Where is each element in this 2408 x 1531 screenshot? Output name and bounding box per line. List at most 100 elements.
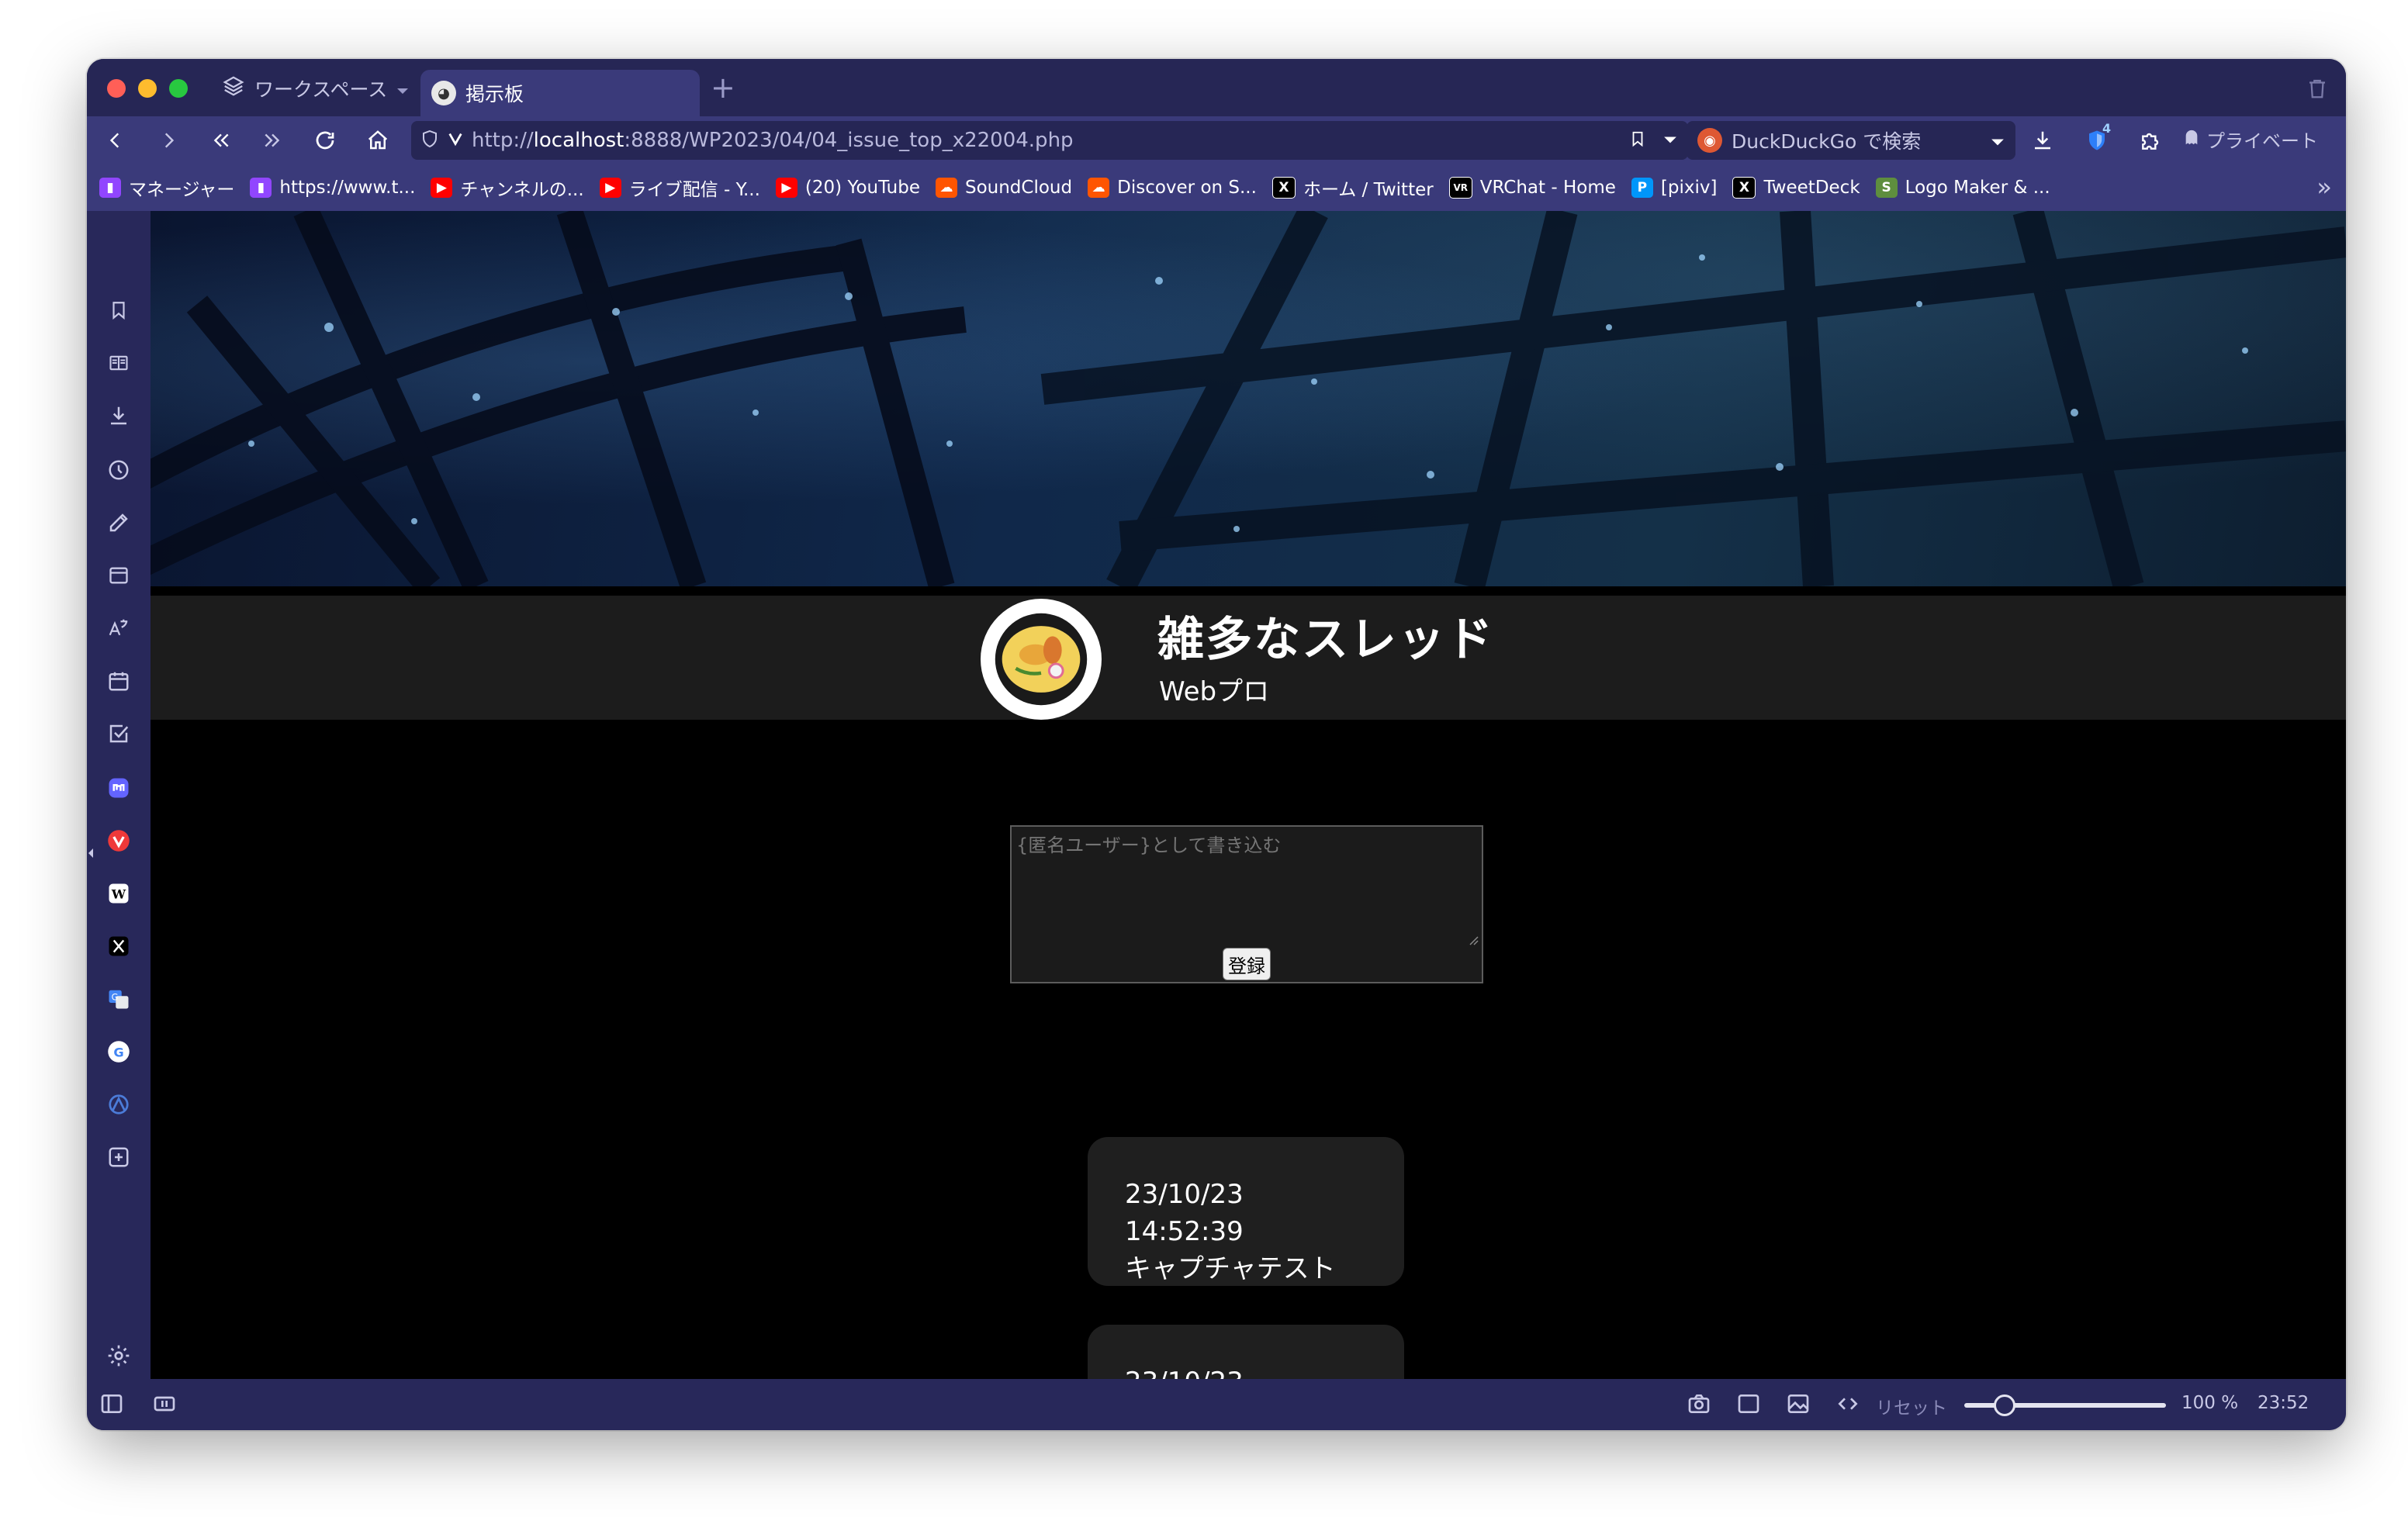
post-card: 23/10/23 14:52:39 キャプチャテスト — [1088, 1137, 1404, 1286]
bookmark-item[interactable]: ▮ https://www.t... — [250, 178, 415, 198]
bookmark-panel-icon[interactable] — [105, 296, 133, 324]
resize-grip-icon[interactable] — [1468, 934, 1479, 949]
url-dropdown-icon[interactable] — [1663, 133, 1677, 148]
zoom-slider-handle[interactable] — [1994, 1394, 2015, 1416]
forward-button[interactable] — [152, 124, 185, 157]
tab-title: 掲示板 — [465, 83, 524, 105]
fast-forward-button[interactable] — [256, 124, 289, 157]
bookmark-item[interactable]: ▶ ライブ配信 - Y... — [599, 175, 760, 201]
add-web-panel-icon[interactable] — [105, 1143, 133, 1171]
search-field[interactable]: ◉ DuckDuckGo で検索 — [1687, 121, 2015, 160]
window-panel-icon[interactable] — [105, 562, 133, 589]
maximize-window-button[interactable] — [169, 79, 188, 98]
translate-icon[interactable] — [105, 614, 133, 642]
puzzle-icon — [2142, 133, 2159, 150]
bookmark-item[interactable]: X TweetDeck — [1732, 177, 1860, 199]
tab-strip: ワークスペース ◕ 掲示板 + — [87, 59, 2346, 116]
arc-app-icon[interactable] — [105, 1090, 133, 1118]
google-icon[interactable]: G — [105, 1038, 133, 1066]
bitwarden-extension-button[interactable]: 4 — [2081, 121, 2113, 157]
bookmark-page-icon[interactable] — [1629, 129, 1646, 152]
tempura-bowl-icon — [987, 605, 1095, 714]
duckduckgo-icon: ◉ — [1697, 128, 1722, 153]
settings-gear-icon[interactable] — [105, 1342, 133, 1370]
extensions-button[interactable] — [2135, 124, 2168, 157]
bookmark-item[interactable]: ▶ チャンネルの... — [431, 175, 584, 201]
shield-icon[interactable] — [420, 129, 439, 152]
private-label: プライベート — [2206, 130, 2318, 152]
soundcloud-icon: ☁ — [1088, 178, 1110, 198]
post-card: 23/10/23 14:50:49 last_test — [1088, 1325, 1404, 1379]
bookmark-label: [pixiv] — [1660, 178, 1718, 198]
page-actions-icon[interactable] — [1835, 1391, 1860, 1419]
private-window-indicator[interactable]: プライベート — [2183, 126, 2318, 153]
calendar-icon[interactable] — [105, 667, 133, 695]
clock: 23:52 — [2258, 1393, 2309, 1413]
history-icon[interactable] — [105, 456, 133, 484]
post-date: 23/10/23 14:52:39 — [1125, 1179, 1244, 1247]
bookmarks-overflow-icon[interactable]: » — [2316, 172, 2332, 202]
new-tab-button[interactable]: + — [711, 73, 735, 102]
double-chevron-left-icon — [213, 133, 229, 147]
download-panel-icon[interactable] — [105, 402, 133, 430]
x-twitter-icon[interactable] — [105, 932, 133, 960]
url-text[interactable]: http://localhost:8888/WP2023/04/04_issue… — [472, 129, 1074, 152]
browser-window: ワークスペース ◕ 掲示板 + http://localhost:8888/WP… — [87, 59, 2346, 1430]
panel-toggle-icon[interactable] — [99, 1391, 124, 1419]
mastodon-icon[interactable] — [105, 774, 133, 802]
rewind-button[interactable] — [205, 124, 237, 157]
home-icon — [368, 130, 388, 150]
bookmark-label: ホーム / Twitter — [1303, 180, 1434, 200]
search-engine-dropdown-icon[interactable] — [1991, 130, 2005, 152]
thread-header: 雑多なスレッド Webプロ — [150, 596, 2346, 720]
notes-icon[interactable] — [105, 509, 133, 537]
tab-active[interactable]: ◕ 掲示板 — [420, 70, 700, 116]
bookmark-item[interactable]: ▮ マネージャー — [99, 175, 234, 201]
google-translate-icon[interactable]: G — [105, 985, 133, 1013]
zoom-reset-button[interactable]: リセット — [1876, 1393, 1947, 1419]
wikipedia-icon[interactable]: W — [105, 880, 133, 907]
tab-tiling-icon[interactable] — [152, 1391, 177, 1419]
vivaldi-v-icon[interactable] — [447, 130, 464, 150]
trash-icon[interactable] — [2306, 76, 2329, 104]
reload-button[interactable] — [309, 124, 341, 157]
bookmark-item[interactable]: ▶ (20) YouTube — [775, 178, 920, 198]
page-tiling-icon[interactable] — [1736, 1391, 1761, 1419]
downloads-button[interactable] — [2026, 124, 2059, 157]
camera-icon[interactable] — [1687, 1391, 1711, 1419]
panel-collapse-icon[interactable] — [87, 847, 95, 862]
bookmark-item[interactable]: P [pixiv] — [1631, 178, 1718, 198]
images-toggle-icon[interactable] — [1786, 1391, 1811, 1419]
chevron-down-icon — [396, 78, 409, 100]
bookmark-label: VRChat - Home — [1479, 178, 1616, 198]
tab-favicon-icon: ◕ — [431, 81, 456, 105]
svg-text:G: G — [113, 1045, 123, 1059]
reading-list-icon[interactable] — [105, 349, 133, 377]
x-icon: X — [1271, 177, 1296, 199]
header-hero-image — [150, 211, 2346, 586]
youtube-icon: ▶ — [599, 178, 621, 198]
home-button[interactable] — [362, 124, 394, 157]
svg-text:G: G — [112, 992, 119, 1002]
close-window-button[interactable] — [107, 79, 126, 98]
tasks-icon[interactable] — [105, 720, 133, 748]
bookmark-label: マネージャー — [129, 180, 235, 200]
vivaldi-icon[interactable] — [105, 827, 133, 855]
double-chevron-right-icon — [265, 133, 280, 147]
bookmark-item[interactable]: ☁ Discover on S... — [1088, 178, 1257, 198]
back-button[interactable] — [99, 124, 132, 157]
submit-button[interactable]: 登録 — [1223, 948, 1271, 980]
workspace-switcher[interactable]: ワークスペース — [222, 73, 409, 104]
site-logo[interactable] — [981, 599, 1102, 720]
post-textarea[interactable] — [1012, 827, 1482, 951]
chevron-right-icon — [164, 133, 175, 148]
bookmark-item[interactable]: ☁ SoundCloud — [935, 178, 1072, 198]
bookmark-item[interactable]: VR VRChat - Home — [1448, 177, 1616, 199]
extension-badge: 4 — [2102, 121, 2112, 136]
post-date: 23/10/23 14:50:49 — [1125, 1363, 1367, 1379]
bookmark-item[interactable]: X ホーム / Twitter — [1271, 175, 1434, 201]
minimize-window-button[interactable] — [138, 79, 157, 98]
bookmark-item[interactable]: S Logo Maker & ... — [1875, 178, 2050, 198]
url-field[interactable]: http://localhost:8888/WP2023/04/04_issue… — [411, 121, 1688, 160]
soundcloud-icon: ☁ — [935, 178, 957, 198]
